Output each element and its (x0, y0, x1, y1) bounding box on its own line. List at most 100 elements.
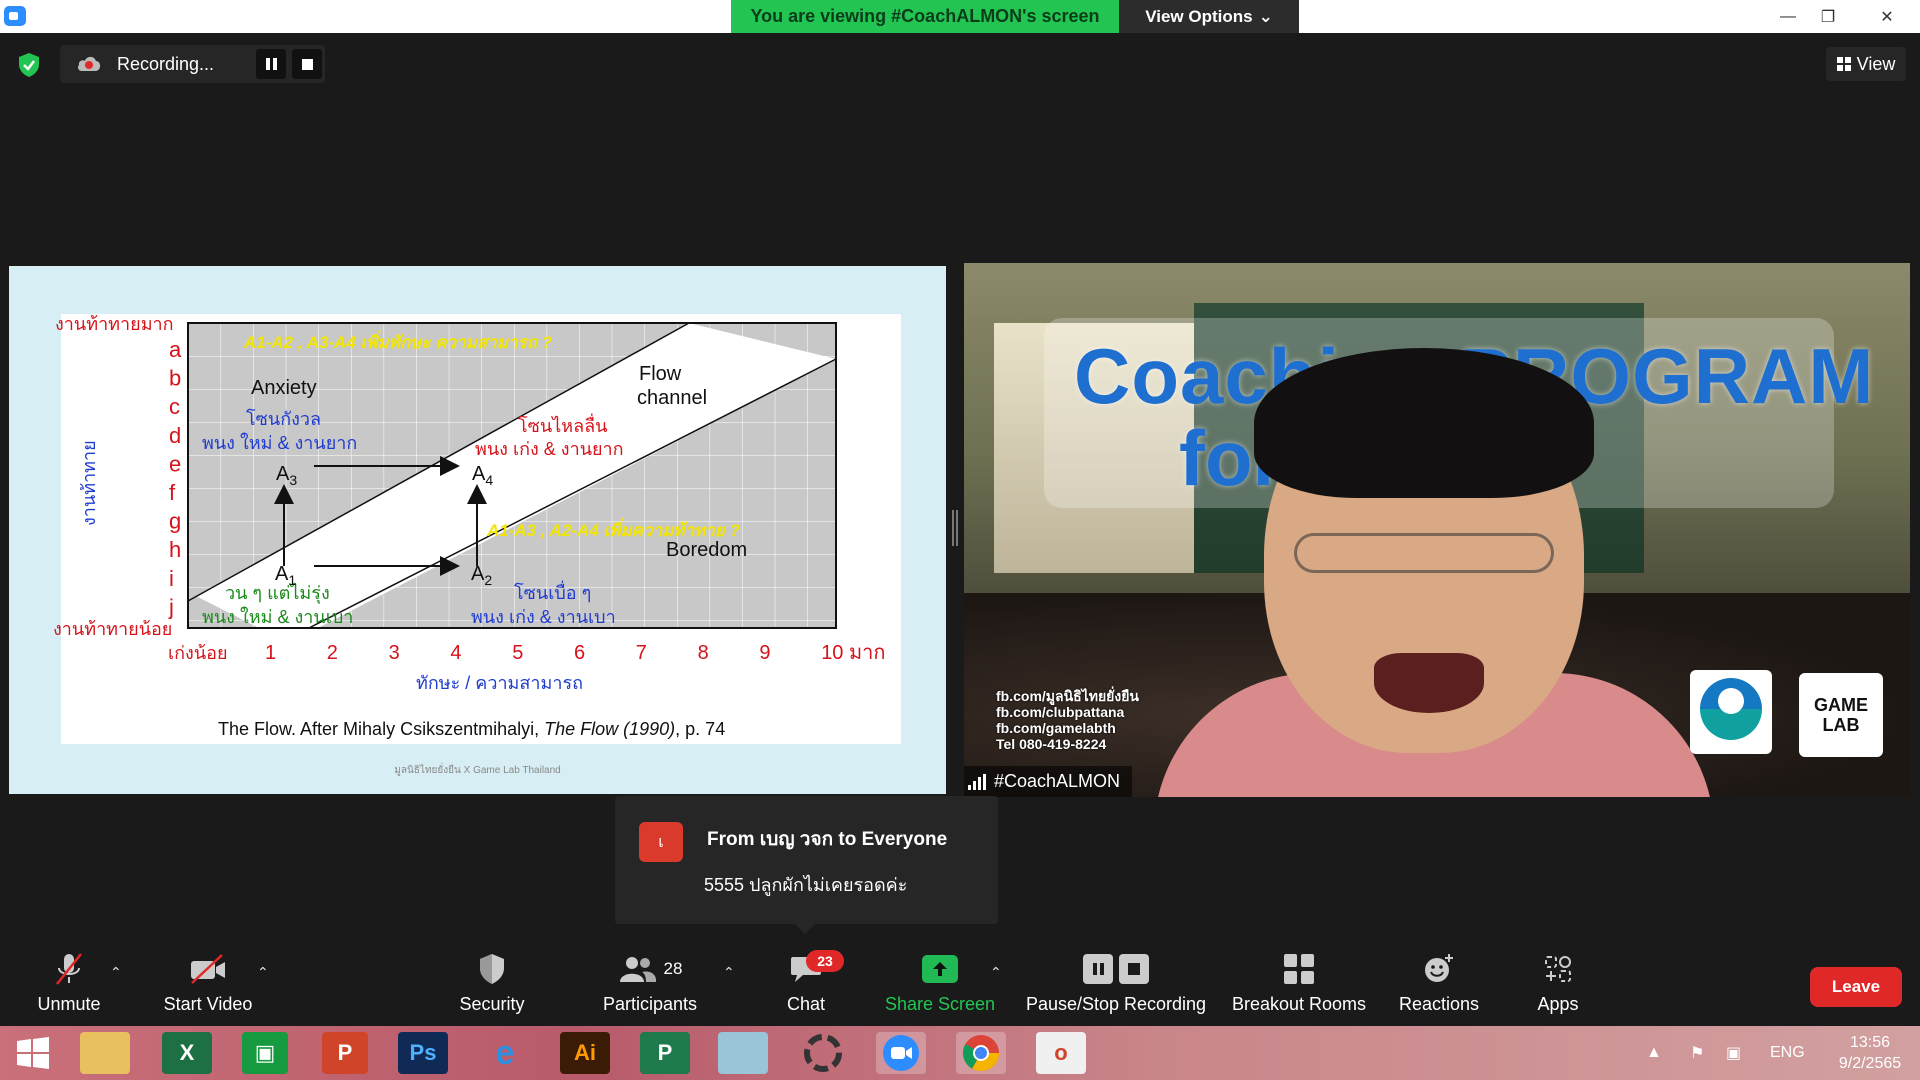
x-axis-ticks: 1 2 3 4 5 6 7 8 9 10 มาก (265, 642, 886, 664)
taskbar-clock[interactable]: 13:56 9/2/2565 (1828, 1032, 1912, 1074)
panel-splitter[interactable] (952, 510, 958, 546)
flow-zone-th: โซนไหลลื่น (518, 413, 607, 436)
participants-options-caret-icon[interactable]: ⌃ (723, 964, 735, 981)
zoom-meeting-window: You are viewing #CoachALMON's screen Vie… (0, 0, 1920, 1080)
question-skill: A1-A2 , A3-A4 เพิ่มทักษะ ความสามารถ ? (243, 330, 553, 352)
y-letter-f: f (169, 480, 176, 505)
reactions-label: Reactions (1398, 994, 1480, 1014)
view-options-label: View Options (1145, 6, 1253, 26)
close-button[interactable]: ✕ (1862, 0, 1912, 33)
network-icon[interactable]: ▣ (1726, 1026, 1741, 1080)
chat-unread-badge: 23 (806, 950, 844, 972)
y-letter-j: j (168, 594, 174, 619)
video-options-caret-icon[interactable]: ⌃ (257, 964, 269, 981)
contact-line: fb.com/clubpattana (996, 704, 1125, 720)
tray-overflow-icon[interactable]: ▲ (1646, 1026, 1662, 1080)
apps-button[interactable]: Apps (1528, 950, 1588, 1022)
background-contact-lines: fb.com/มูลนิธิไทยยั่งยืน fb.com/clubpatt… (996, 688, 1139, 752)
y-letter-i: i (169, 566, 174, 591)
anxiety-zone-sub: พนง ใหม่ & งานยาก (202, 432, 357, 453)
stop-icon (301, 58, 313, 70)
video-off-icon (191, 954, 225, 984)
store-icon[interactable]: ▣ (242, 1032, 288, 1074)
participant-video-coachalmon[interactable]: Coaching PROGRAM for er fb.com/มูลนิธิไท… (964, 263, 1910, 797)
pause-recording-button[interactable] (256, 49, 286, 79)
restore-button[interactable]: ❐ (1808, 0, 1848, 33)
sender-avatar: เ (639, 822, 683, 862)
y-bottom-label: งานท้าทายน้อย (53, 619, 172, 639)
participants-icon (619, 957, 656, 982)
publisher-icon[interactable]: P (640, 1032, 690, 1074)
unmute-button[interactable]: Unmute (30, 950, 108, 1022)
y-letter-g: g (169, 509, 181, 534)
participants-button[interactable]: 28 Participants (600, 950, 700, 1022)
illustrator-icon[interactable]: Ai (560, 1032, 610, 1074)
viewing-screen-banner: You are viewing #CoachALMON's screen (731, 0, 1119, 33)
start-video-button[interactable]: Start Video (160, 950, 256, 1022)
view-layout-button[interactable]: View (1826, 47, 1906, 81)
leave-meeting-button[interactable]: Leave (1810, 967, 1902, 1007)
apathy-zone-th: วน ๆ แต่ไม่รุ่ง (225, 582, 330, 604)
slide-caption: The Flow. After Mihaly Csikszentmihalyi,… (218, 719, 725, 739)
speaker-hair (1254, 348, 1594, 498)
contact-line: Tel 080-419-8224 (996, 736, 1107, 752)
encryption-shield-icon[interactable] (17, 52, 41, 78)
gamelab-logo: GAME LAB (1799, 673, 1883, 757)
breakout-rooms-icon (1284, 954, 1314, 984)
zoom-taskbar-icon[interactable] (876, 1032, 926, 1074)
windows-start-icon[interactable] (8, 1032, 58, 1074)
pause-icon-bar (272, 58, 277, 70)
recording-indicator: Recording... (60, 45, 325, 83)
start-video-label: Start Video (163, 994, 253, 1014)
security-label: Security (459, 994, 525, 1014)
share-screen-label: Share Screen (884, 994, 996, 1014)
channel-label: channel (637, 387, 707, 409)
reactions-smiley-icon (1425, 954, 1453, 982)
share-options-caret-icon[interactable]: ⌃ (990, 964, 1002, 981)
x-axis-title: ทักษะ / ความสามารถ (416, 673, 583, 693)
close-icon: ✕ (1880, 8, 1894, 26)
y-letter-d: d (169, 423, 181, 448)
participant-name: #CoachALMON (994, 771, 1121, 791)
powerpoint-icon[interactable]: P (322, 1032, 368, 1074)
chat-sender: From เบญ วจก to Everyone (707, 829, 948, 850)
view-options-button[interactable]: View Options ⌄ (1119, 0, 1299, 33)
language-indicator[interactable]: ENG (1770, 1026, 1805, 1080)
x-tick-5: 5 (512, 642, 523, 664)
breakout-rooms-label: Breakout Rooms (1231, 994, 1367, 1014)
grid-view-icon (1836, 57, 1851, 71)
reactions-button[interactable]: Reactions (1394, 950, 1484, 1022)
zoom-logo-icon (4, 6, 26, 26)
internet-explorer-icon[interactable]: e (480, 1032, 530, 1074)
share-screen-button[interactable]: Share Screen (880, 950, 1000, 1022)
apps-label: Apps (1537, 994, 1579, 1014)
clock-time: 13:56 (1849, 1034, 1891, 1051)
chat-notification-popup[interactable]: เ From เบญ วจก to Everyone 5555 ปลูกผักไ… (615, 796, 998, 934)
view-label: View (1856, 53, 1896, 74)
contact-line: fb.com/gamelabth (996, 720, 1116, 736)
photoscape-icon[interactable] (798, 1032, 848, 1074)
microphone-muted-icon (56, 953, 82, 985)
y-letter-b: b (169, 366, 181, 391)
participant-name-tag: #CoachALMON (964, 766, 1133, 797)
photoshop-icon[interactable]: Ps (398, 1032, 448, 1074)
audio-options-caret-icon[interactable]: ⌃ (110, 964, 122, 981)
breakout-rooms-button[interactable]: Breakout Rooms (1228, 950, 1370, 1022)
x-tick-2: 2 (327, 642, 338, 664)
stop-recording-button[interactable] (292, 49, 322, 79)
chrome-icon[interactable] (956, 1032, 1006, 1074)
presentation-app-icon[interactable]: o (1036, 1032, 1086, 1074)
chat-label: Chat (786, 994, 826, 1014)
security-button[interactable]: Security (452, 950, 532, 1022)
slide-footer: มูลนิธิไทยยั่งยืน X Game Lab Thailand (394, 765, 561, 776)
file-explorer-icon[interactable] (80, 1032, 130, 1074)
gamelab-logo-text2: LAB (1822, 715, 1860, 735)
contact-line: fb.com/มูลนิธิไทยยั่งยืน (996, 688, 1139, 704)
x-tick-8: 8 (698, 642, 709, 664)
action-center-flag-icon[interactable]: ⚑ (1690, 1026, 1704, 1080)
notes-app-icon[interactable] (718, 1032, 768, 1074)
minimize-button[interactable]: — (1768, 0, 1808, 33)
pause-stop-recording-button[interactable]: Pause/Stop Recording (1024, 950, 1208, 1022)
cloud-recording-icon (78, 56, 101, 71)
excel-icon[interactable]: X (162, 1032, 212, 1074)
